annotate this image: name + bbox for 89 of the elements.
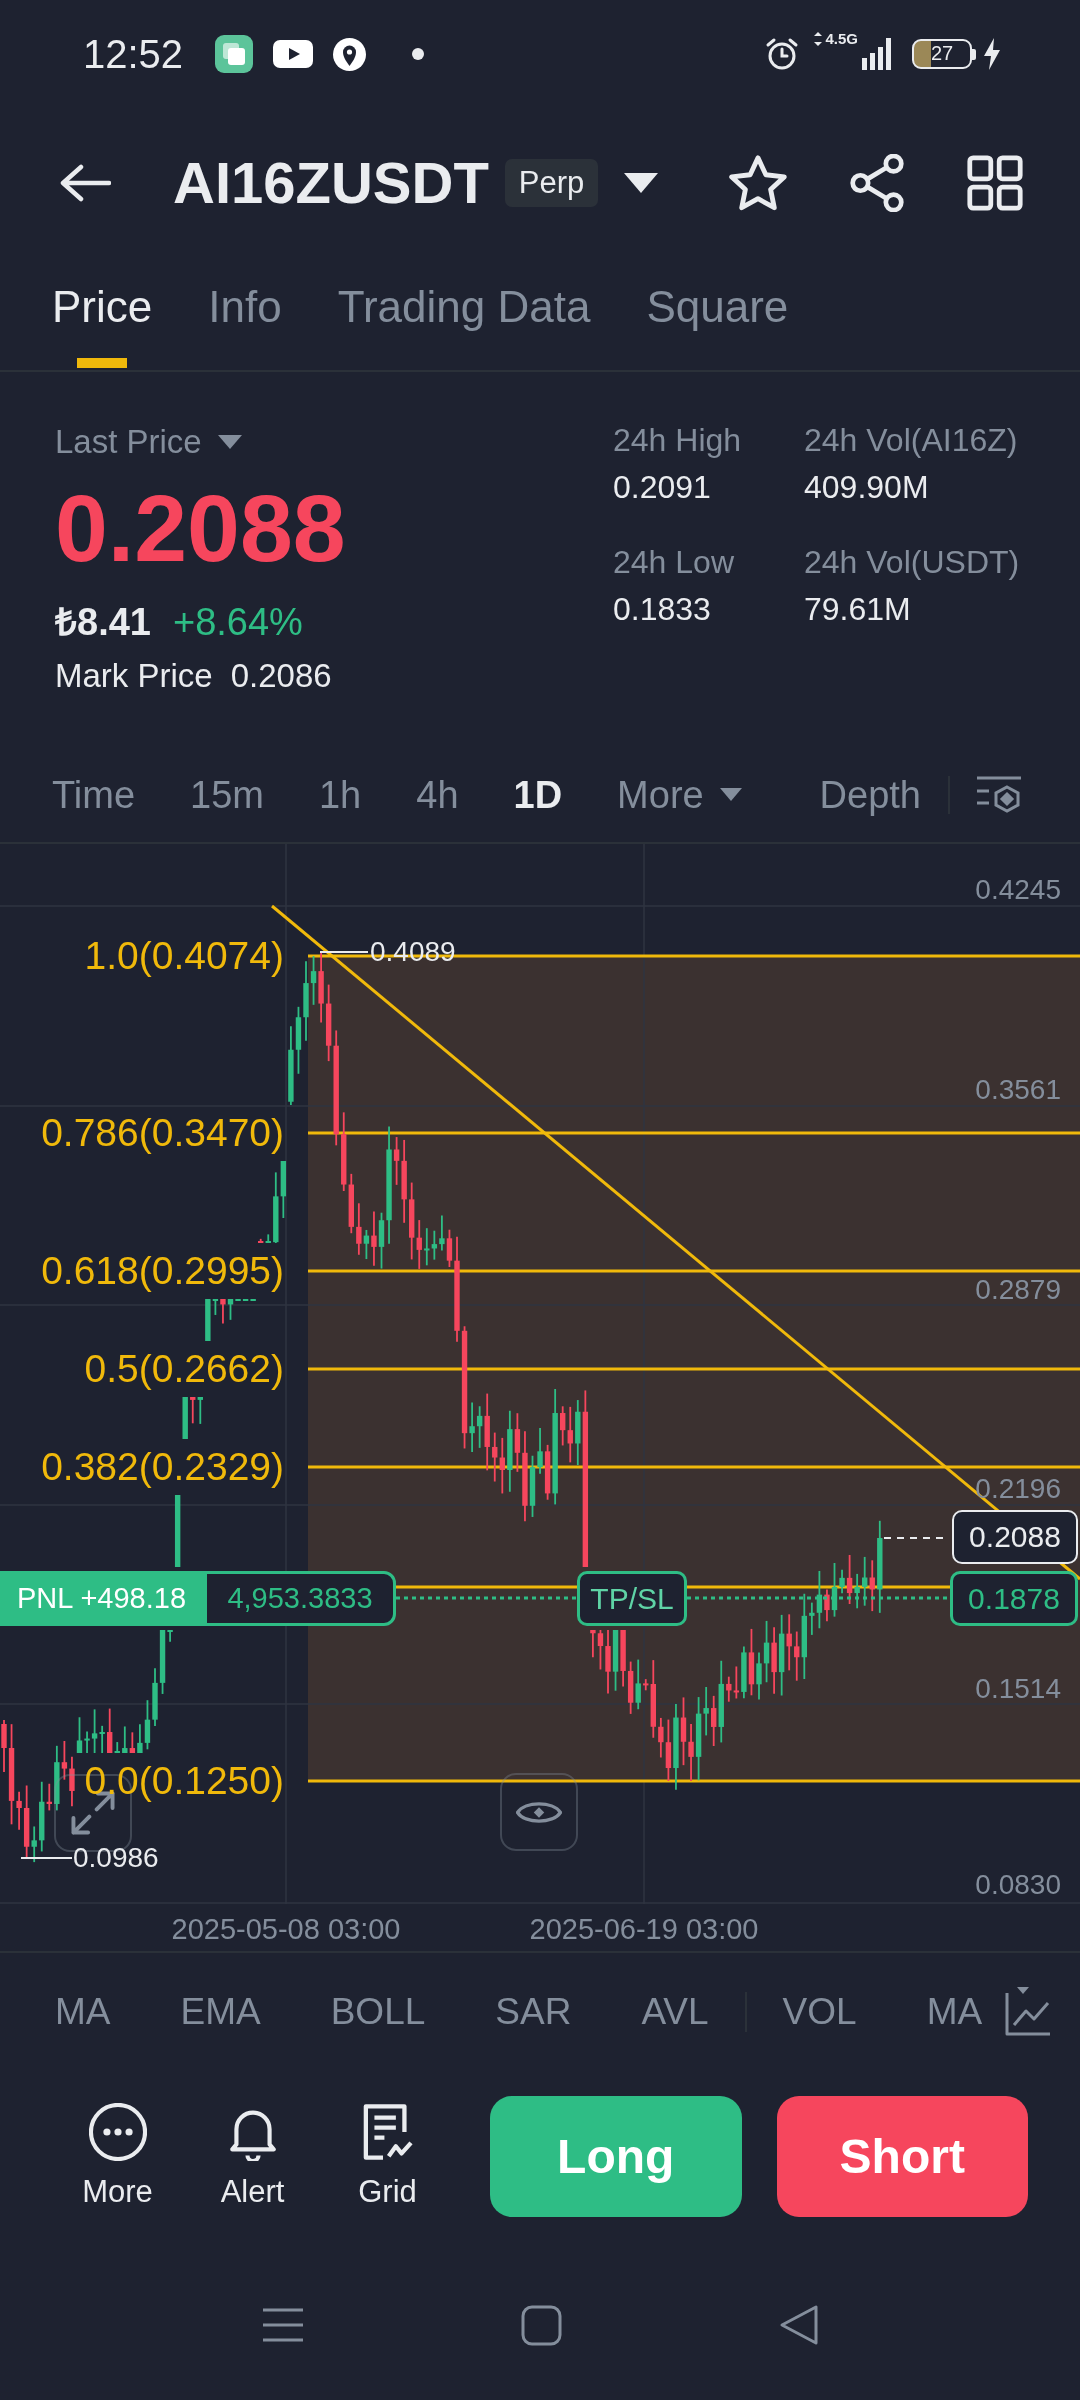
grid-icon[interactable] <box>967 155 1023 211</box>
battery-level: 27 <box>912 39 976 69</box>
candle <box>182 1396 188 1440</box>
more-icon <box>88 2103 147 2161</box>
interval-tab[interactable]: 15m <box>190 771 264 818</box>
last-price-label[interactable]: Last Price <box>55 422 202 462</box>
charging-bolt-icon <box>982 38 1002 70</box>
fib-level-label: 0.0(0.1250) <box>84 1758 284 1804</box>
low-price-label: 0.0986 <box>73 1841 159 1875</box>
more-button[interactable]: More <box>50 2096 185 2209</box>
stat-value: 0.1833 <box>613 590 711 629</box>
signal-icon <box>862 38 892 70</box>
tab[interactable]: Price <box>52 258 153 370</box>
fib-level-label: 1.0(0.4074) <box>84 933 284 979</box>
interval-tab[interactable]: 1h <box>318 771 362 818</box>
short-button[interactable]: Short <box>776 2096 1028 2217</box>
pnl-value: PNL +498.18 <box>3 1574 207 1623</box>
indicator-tab[interactable]: EMA <box>180 1989 261 2034</box>
price-axis-label: 0.2879 <box>975 1273 1061 1307</box>
alert-button[interactable]: Alert <box>185 2096 320 2209</box>
network-type: 4.5G <box>825 31 858 47</box>
price-change: +8.64% <box>172 600 303 644</box>
position-amount: 4,953.3833 <box>226 1581 374 1616</box>
stat-label: 24h Vol(AI16Z) <box>804 421 1018 460</box>
mark-price-label: Mark Price <box>55 656 213 696</box>
interval-tab[interactable]: 4h <box>416 771 459 818</box>
fib-level-label: 0.786(0.3470) <box>41 1110 284 1156</box>
menu-icon[interactable] <box>262 2308 304 2342</box>
date-axis-label: 2025-05-08 03:00 <box>171 1912 401 1946</box>
fiat-price: ₺8.41 <box>55 600 151 644</box>
home-icon[interactable] <box>521 2304 562 2346</box>
grid-button[interactable]: Grid <box>320 2096 455 2209</box>
tab[interactable]: Trading Data <box>337 258 591 370</box>
stat-label: 24h Vol(USDT) <box>804 543 1020 582</box>
price-axis-label: 0.4245 <box>975 873 1061 907</box>
indicator-tab[interactable]: BOLL <box>330 1989 426 2034</box>
status-time: 12:52 <box>83 31 184 77</box>
date-axis-label: 2025-06-19 03:00 <box>529 1912 759 1946</box>
data-arrows-icon <box>813 31 824 47</box>
pnl-badge[interactable]: PNL +498.18 4,953.3833 <box>0 1571 396 1626</box>
mark-price: 0.2086 <box>230 656 332 696</box>
leader-line <box>319 951 369 953</box>
caret-icon[interactable] <box>624 173 659 193</box>
indicator-tab[interactable]: AVL <box>641 1989 709 2034</box>
interval-tab[interactable]: Time <box>52 771 136 818</box>
nav-back-icon[interactable] <box>779 2304 819 2346</box>
stat-value: 0.2091 <box>613 468 711 507</box>
alarm-clock-icon <box>765 37 800 71</box>
share-icon[interactable] <box>849 154 905 212</box>
stat-label: 24h Low <box>613 543 734 582</box>
fib-level-label: 0.5(0.2662) <box>84 1346 284 1392</box>
indicator-tab[interactable]: MA <box>926 1989 983 2034</box>
star-icon[interactable] <box>729 155 787 211</box>
indicator-tab[interactable]: VOL <box>782 1989 857 2034</box>
indicator-tab[interactable]: MA <box>55 1989 111 2034</box>
long-button[interactable]: Long <box>490 2096 742 2217</box>
stat-label: 24h High <box>613 421 742 460</box>
play-app-icon <box>273 40 314 68</box>
stat-value: 79.61M <box>804 590 911 629</box>
report-icon <box>362 2103 413 2161</box>
stat-value: 409.90M <box>804 468 929 507</box>
fib-level-label: 0.618(0.2995) <box>41 1248 284 1294</box>
notification-dot-icon <box>412 48 425 60</box>
fib-level-label: 0.382(0.2329) <box>41 1444 284 1490</box>
entry-price-tag: 0.1878 <box>950 1571 1078 1626</box>
depth-tab[interactable]: Depth <box>819 771 921 818</box>
leader-line <box>20 1857 73 1859</box>
tab[interactable]: Square <box>646 258 789 370</box>
line-chart-icon[interactable] <box>1004 1986 1052 2037</box>
last-price: 0.2088 <box>55 478 346 578</box>
chart-settings-icon[interactable] <box>975 774 1023 815</box>
price-axis-label: 0.1514 <box>975 1672 1061 1706</box>
tp-sl-button[interactable]: TP/SL <box>577 1571 687 1626</box>
indicator-tab[interactable]: SAR <box>495 1989 572 2034</box>
eye-button[interactable] <box>500 1773 578 1851</box>
price-axis-label: 0.3561 <box>975 1073 1061 1107</box>
price-axis-label: 0.2196 <box>975 1472 1061 1506</box>
tab[interactable]: Info <box>208 258 282 370</box>
interval-tab[interactable]: 1D <box>513 771 563 818</box>
fib-level-line[interactable] <box>394 1585 952 1589</box>
symbol-title: AI16ZUSDT <box>173 150 489 216</box>
contract-badge: Perp <box>504 159 599 207</box>
caret-icon <box>719 788 742 801</box>
layers-app-icon <box>215 35 254 73</box>
back-icon[interactable] <box>59 163 111 203</box>
pin-app-icon <box>333 37 367 71</box>
more-intervals-button[interactable]: More <box>617 771 742 818</box>
last-price-tag: 0.2088 <box>952 1510 1078 1564</box>
price-axis-label: 0.0830 <box>975 1868 1061 1902</box>
